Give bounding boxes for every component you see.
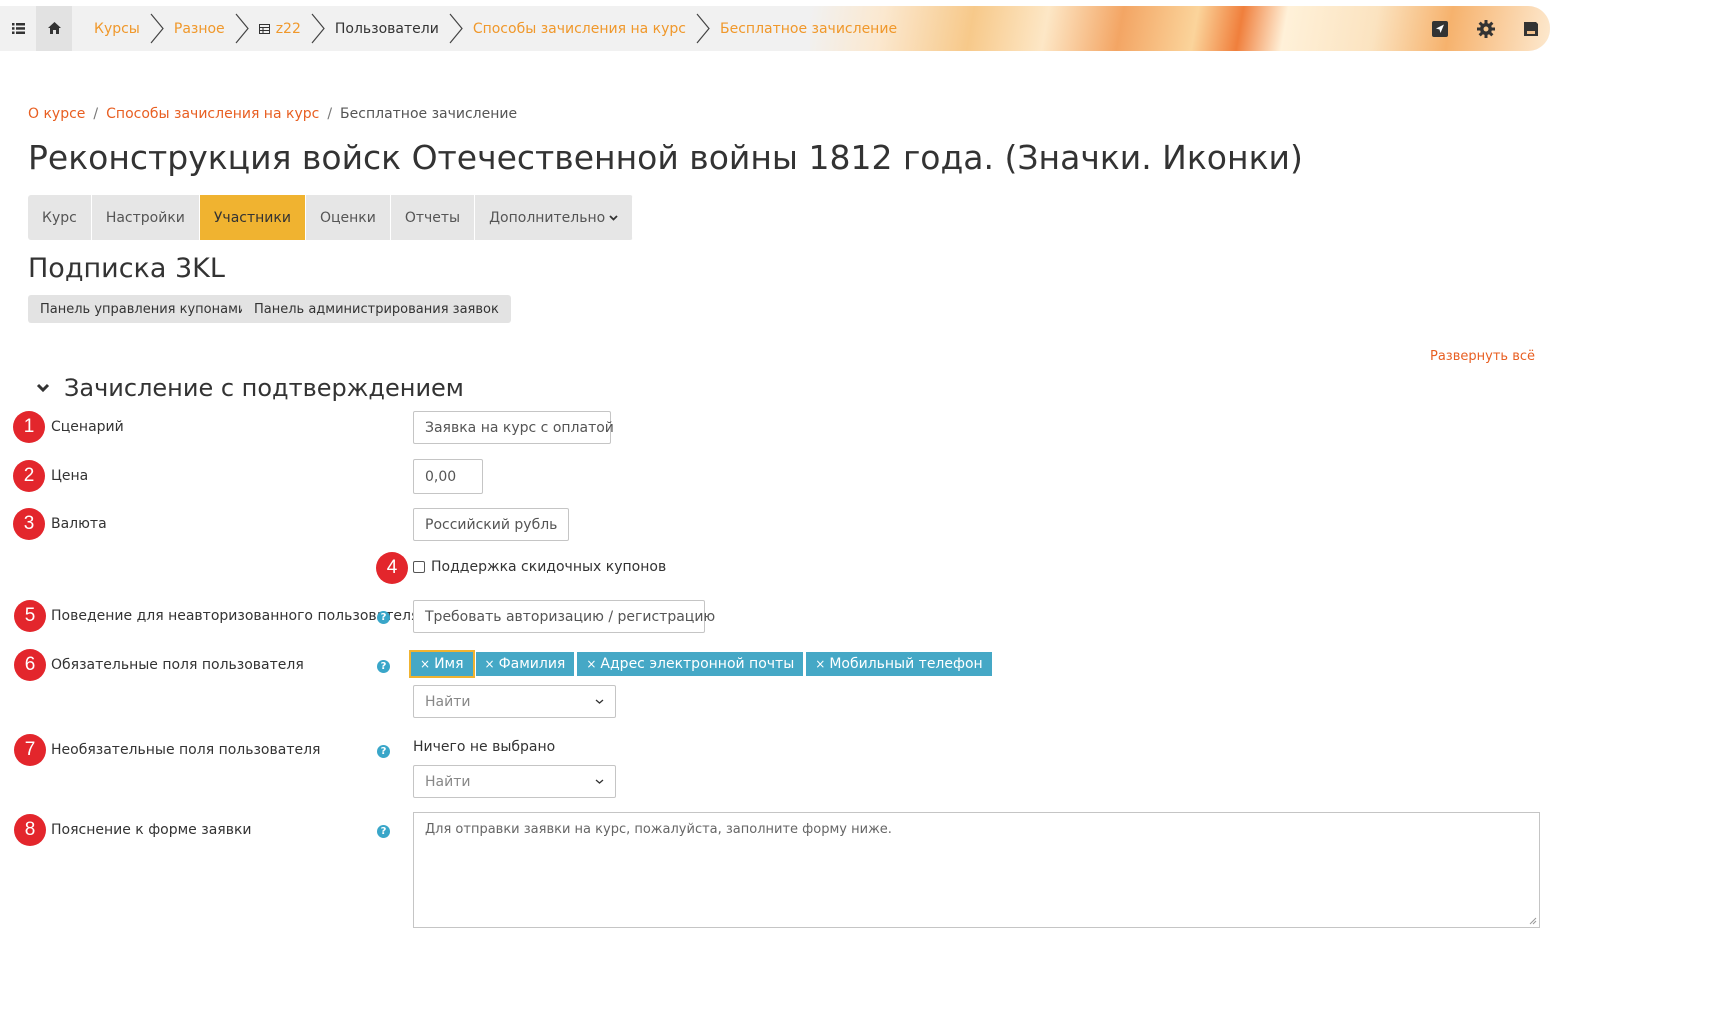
help-icon[interactable]: ?: [377, 660, 390, 673]
course-tabs: Курс Настройки Участники Оценки Отчеты Д…: [28, 195, 634, 240]
requests-panel-button[interactable]: Панель администрирования заявок: [242, 295, 511, 323]
tab-more-label: Дополнительно: [489, 209, 606, 226]
breadcrumb-current: Бесплатное зачисление: [340, 106, 518, 122]
tag-last-name[interactable]: × Фамилия: [475, 652, 575, 676]
currency-label: Валюта: [51, 516, 107, 532]
coupons-support-checkbox[interactable]: [413, 561, 425, 573]
help-icon[interactable]: ?: [377, 745, 390, 758]
crumb-courses[interactable]: Курсы: [84, 21, 150, 37]
chevron-down-icon: [609, 214, 618, 221]
tag-first-name[interactable]: × Имя: [409, 650, 475, 678]
topbar-breadcrumb: Курсы Разное z22 Пользователи Способы за…: [84, 6, 907, 51]
scenario-select[interactable]: Заявка на курс с оплатой: [413, 411, 614, 444]
tab-participants[interactable]: Участники: [199, 195, 306, 240]
tag-mobile-phone[interactable]: × Мобильный телефон: [806, 652, 992, 676]
price-input[interactable]: 0,00: [413, 459, 483, 494]
coupons-support-label: Поддержка скидочных купонов: [431, 559, 667, 575]
chevron-right-icon: [235, 13, 249, 44]
breadcrumb-separator: /: [93, 106, 99, 122]
crumb-users[interactable]: Пользователи: [325, 21, 449, 37]
currency-select[interactable]: Российский рубль: [413, 508, 569, 541]
section-title: Зачисление с подтверждением: [64, 374, 464, 402]
required-fields-label: Обязательные поля пользователя: [51, 657, 304, 673]
crumb-free-enrol[interactable]: Бесплатное зачисление: [710, 21, 907, 37]
price-label: Цена: [51, 468, 89, 484]
step-badge-3: 3: [13, 508, 45, 540]
tab-more[interactable]: Дополнительно: [475, 195, 634, 240]
expand-all-link[interactable]: Развернуть всё: [1430, 349, 1535, 364]
behavior-value: Требовать авторизацию / регистрацию: [425, 608, 716, 625]
coupons-support-row[interactable]: Поддержка скидочных купонов: [413, 559, 666, 575]
step-badge-6: 6: [14, 649, 46, 681]
step-badge-7: 7: [14, 734, 46, 766]
optional-fields-search-placeholder: Найти: [425, 773, 471, 790]
required-fields-tags: × Имя × Фамилия × Адрес электронной почты ×…: [409, 650, 992, 678]
optional-fields-none: Ничего не выбрано: [413, 739, 556, 755]
step-badge-2: 2: [13, 460, 45, 492]
tab-grades[interactable]: Оценки: [305, 195, 391, 240]
page-title: Реконструкция войск Отечественной войны …: [28, 138, 1303, 177]
tab-reports[interactable]: Отчеты: [390, 195, 476, 240]
home-icon: [47, 22, 61, 34]
optional-fields-label: Необязательные поля пользователя: [51, 742, 321, 758]
remove-icon[interactable]: ×: [815, 657, 825, 671]
step-badge-4: 4: [376, 552, 408, 584]
save-icon: [1524, 21, 1538, 36]
chevron-right-icon: [311, 13, 325, 44]
breadcrumb-enrol-methods[interactable]: Способы зачисления на курс: [106, 106, 319, 122]
breadcrumb-separator: /: [327, 106, 333, 122]
chevron-down-icon: [595, 699, 604, 704]
behavior-select[interactable]: Требовать авторизацию / регистрацию: [413, 600, 715, 633]
crumb-course[interactable]: z22: [249, 21, 311, 37]
menu-toggle-button[interactable]: [0, 6, 36, 51]
resize-handle-icon[interactable]: [1529, 917, 1537, 925]
scenario-value: Заявка на курс с оплатой: [425, 419, 614, 436]
coupons-panel-button[interactable]: Панель управления купонами: [28, 295, 259, 323]
section-header[interactable]: Зачисление с подтверждением: [36, 370, 464, 406]
explanation-text: Для отправки заявки на курс, пожалуйста,…: [425, 822, 892, 837]
gear-icon: [1477, 19, 1495, 38]
step-badge-5: 5: [14, 600, 46, 632]
scenario-label: Сценарий: [51, 419, 124, 435]
send-icon: [1432, 20, 1448, 37]
explanation-label: Пояснение к форме заявки: [51, 822, 252, 838]
chevron-down-icon: [595, 779, 604, 784]
explanation-textarea[interactable]: Для отправки заявки на курс, пожалуйста,…: [413, 812, 1540, 928]
remove-icon[interactable]: ×: [485, 657, 495, 671]
crumb-misc[interactable]: Разное: [164, 21, 235, 37]
remove-icon[interactable]: ×: [586, 657, 596, 671]
breadcrumb-about-course[interactable]: О курсе: [28, 106, 85, 122]
currency-value: Российский рубль: [425, 516, 558, 533]
plugin-title: Подписка 3KL: [28, 253, 225, 284]
optional-fields-search[interactable]: Найти: [413, 765, 616, 798]
chevron-right-icon: [449, 13, 463, 44]
table-icon: [258, 23, 270, 34]
settings-button[interactable]: [1472, 6, 1500, 51]
chevron-right-icon: [150, 13, 164, 44]
tag-email[interactable]: × Адрес электронной почты: [577, 652, 804, 676]
list-icon: [11, 23, 25, 34]
top-navbar: Курсы Разное z22 Пользователи Способы за…: [0, 6, 1550, 51]
send-button[interactable]: [1426, 6, 1454, 51]
step-badge-1: 1: [13, 411, 45, 443]
save-button[interactable]: [1517, 6, 1545, 51]
required-fields-search[interactable]: Найти: [413, 685, 616, 718]
step-badge-8: 8: [14, 814, 46, 846]
home-button[interactable]: [36, 6, 72, 51]
chevron-right-icon: [696, 13, 710, 44]
help-icon[interactable]: ?: [377, 825, 390, 838]
remove-icon[interactable]: ×: [420, 657, 430, 671]
tab-course[interactable]: Курс: [28, 195, 92, 240]
chevron-down-icon: [36, 383, 50, 393]
crumb-enrol-methods[interactable]: Способы зачисления на курс: [463, 21, 696, 37]
help-icon[interactable]: ?: [377, 611, 390, 624]
required-fields-search-placeholder: Найти: [425, 693, 471, 710]
behavior-label: Поведение для неавторизованного пользова…: [51, 608, 420, 624]
tab-settings[interactable]: Настройки: [91, 195, 200, 240]
breadcrumb: О курсе / Способы зачисления на курс / Б…: [28, 106, 517, 122]
